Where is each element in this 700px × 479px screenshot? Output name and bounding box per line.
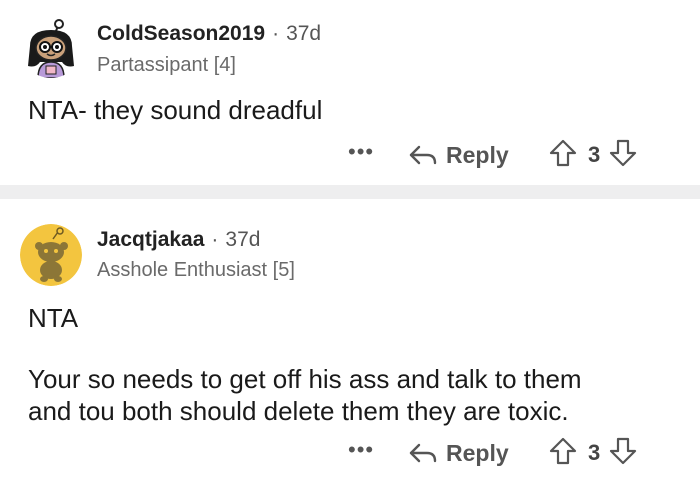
downvote-button[interactable] bbox=[608, 436, 638, 471]
comment-divider bbox=[0, 185, 700, 199]
comment-age: 37d bbox=[286, 22, 322, 45]
upvote-button[interactable] bbox=[548, 436, 578, 471]
vote-count: 3 bbox=[588, 440, 601, 465]
reply-label: Reply bbox=[446, 439, 509, 466]
comment-card: ColdSeason2019 · 37d Partassipant [4] NTA-… bbox=[0, 0, 700, 185]
comment-meta: ColdSeason2019 · 37d bbox=[97, 22, 321, 46]
snoo-avatar-girl-with-glasses-icon bbox=[28, 19, 74, 78]
downvote-arrow-icon bbox=[610, 139, 637, 166]
upvote-arrow-icon bbox=[549, 437, 577, 464]
comment-body: NTA- they sound dreadful bbox=[28, 95, 323, 125]
downvote-button[interactable] bbox=[608, 138, 638, 173]
meta-separator: · bbox=[211, 228, 219, 251]
vote-count: 3 bbox=[588, 142, 601, 167]
comment-body-paragraph: NTA bbox=[28, 303, 79, 333]
comment-actions: ••• Reply 3 bbox=[0, 434, 700, 470]
username-link[interactable]: Jacqtjakaa bbox=[97, 228, 204, 251]
user-flair: Partassipant [4] bbox=[97, 54, 236, 76]
meta-separator: · bbox=[272, 22, 280, 45]
reply-arrow-icon bbox=[409, 443, 437, 463]
more-options-button[interactable]: ••• bbox=[348, 140, 374, 164]
default-snoo-avatar-icon bbox=[20, 224, 82, 286]
more-options-button[interactable]: ••• bbox=[348, 438, 374, 462]
user-avatar[interactable] bbox=[20, 224, 82, 286]
vote-controls: 3 bbox=[548, 138, 638, 173]
downvote-arrow-icon bbox=[610, 437, 637, 464]
user-avatar[interactable] bbox=[20, 16, 82, 78]
comment-actions: ••• Reply 3 bbox=[0, 136, 700, 172]
comment-body-line: Your so needs to get off his ass and tal… bbox=[28, 364, 582, 394]
reply-button[interactable]: Reply bbox=[408, 438, 509, 468]
upvote-arrow-icon bbox=[549, 139, 577, 166]
upvote-button[interactable] bbox=[548, 138, 578, 173]
comment-meta: Jacqtjakaa · 37d bbox=[97, 228, 260, 252]
reply-label: Reply bbox=[446, 141, 509, 168]
user-flair: Asshole Enthusiast [5] bbox=[97, 259, 295, 281]
comment-card: ••• Reply 3 Jacqtjakaa · 37d Asshole Ent… bbox=[0, 199, 700, 479]
vote-controls: 3 bbox=[548, 436, 638, 471]
reply-button[interactable]: Reply bbox=[408, 140, 509, 170]
comment-age: 37d bbox=[225, 228, 261, 251]
reply-arrow-icon bbox=[409, 145, 437, 165]
comment-body-line: and tou both should delete them they are… bbox=[28, 396, 569, 426]
username-link[interactable]: ColdSeason2019 bbox=[97, 22, 265, 45]
